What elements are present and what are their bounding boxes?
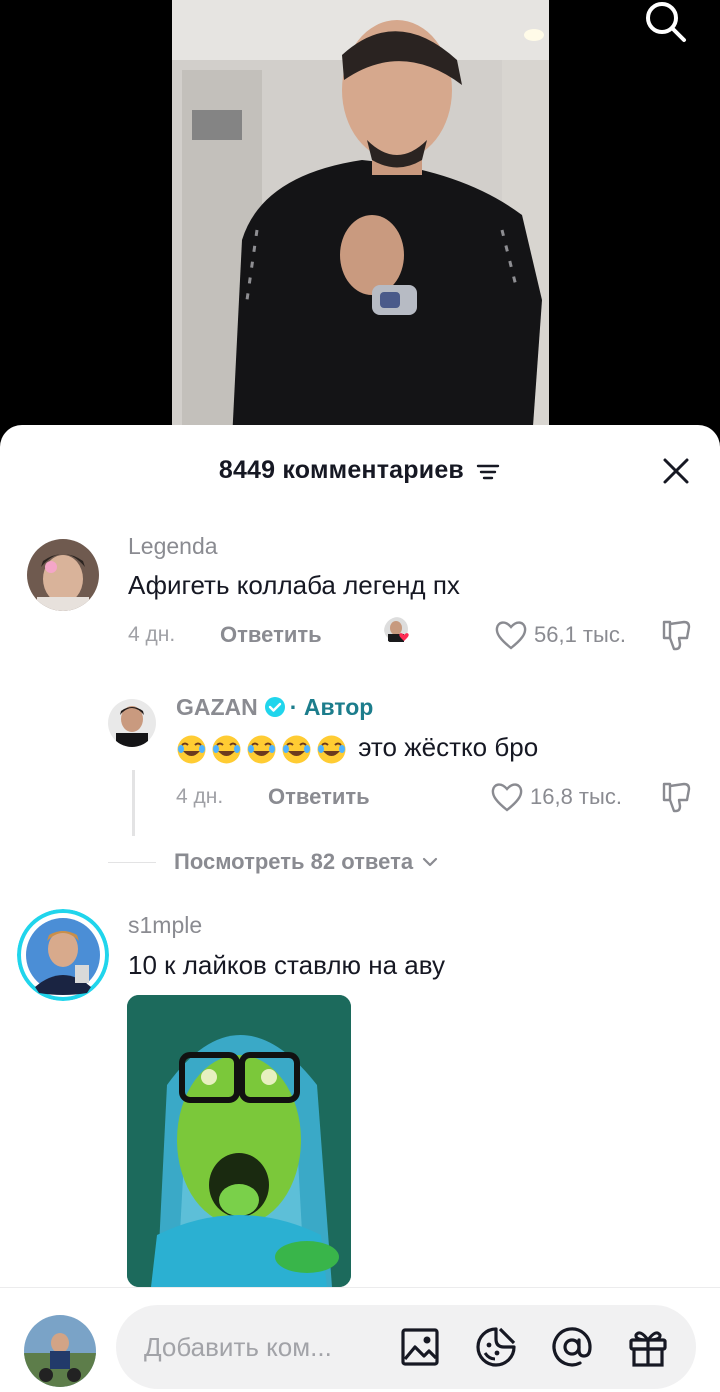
- comment-text: Афигеть коллаба легенд пх: [128, 570, 460, 600]
- avatar[interactable]: [27, 539, 99, 611]
- comment-input-placeholder[interactable]: Добавить ком...: [144, 1332, 332, 1363]
- search-icon[interactable]: [640, 0, 690, 46]
- reply-text-row: это жёстко бро: [176, 732, 538, 765]
- avatar-story-ring[interactable]: [17, 909, 109, 1001]
- comment-count-label: комментариев: [282, 455, 464, 484]
- reply-username[interactable]: GAZAN: [176, 694, 258, 720]
- emoji-icon[interactable]: [474, 1325, 518, 1369]
- comment-input[interactable]: Добавить ком...: [116, 1305, 696, 1389]
- image-icon[interactable]: [398, 1325, 442, 1369]
- verified-icon: [264, 696, 286, 718]
- comment-count: 8449: [218, 455, 276, 484]
- video-player[interactable]: [0, 0, 720, 440]
- dislike-icon[interactable]: [658, 779, 694, 815]
- video-frame[interactable]: [172, 0, 549, 440]
- close-icon[interactable]: [660, 455, 692, 487]
- reply-button[interactable]: Ответить: [268, 784, 370, 810]
- like-button[interactable]: 16,8 тыс.: [490, 781, 622, 813]
- video-person-image: [172, 0, 549, 440]
- laughing-emojis: [176, 732, 358, 764]
- reply-button[interactable]: Ответить: [220, 622, 322, 648]
- reply-time: 4 дн.: [176, 785, 224, 808]
- reply-text: это жёстко бро: [358, 732, 539, 762]
- divider: [108, 861, 156, 863]
- comment-input-bar: Добавить ком...: [0, 1287, 720, 1392]
- chevron-down-icon: [422, 857, 438, 867]
- current-user-avatar[interactable]: [24, 1315, 96, 1387]
- comment-time: 4 дн.: [128, 623, 176, 646]
- thread-line: [132, 770, 135, 836]
- reply-header: GAZAN · Автор: [176, 694, 373, 721]
- sort-icon[interactable]: [475, 460, 501, 480]
- comment-text: 10 к лайков ставлю на аву: [128, 950, 445, 980]
- comment-sticker-image[interactable]: [127, 995, 351, 1287]
- comment-username[interactable]: Legenda: [128, 533, 218, 560]
- comments-title: 8449 комментариев: [0, 455, 720, 485]
- dislike-icon[interactable]: [658, 617, 694, 653]
- author-badge: Автор: [303, 694, 374, 720]
- heart-icon: [491, 783, 523, 812]
- creator-liked-badge: [384, 617, 412, 645]
- avatar[interactable]: [108, 699, 156, 747]
- gift-icon[interactable]: [626, 1325, 670, 1369]
- like-count: 16,8 тыс.: [530, 784, 622, 809]
- like-count: 56,1 тыс.: [534, 622, 626, 647]
- mention-icon[interactable]: [550, 1325, 594, 1369]
- author-separator: ·: [289, 694, 298, 720]
- heart-icon: [495, 621, 527, 650]
- comments-header: 8449 комментариев: [0, 425, 720, 515]
- view-replies-button[interactable]: Посмотреть 82 ответа: [108, 849, 439, 875]
- view-replies-label: Посмотреть 82 ответа: [174, 849, 414, 874]
- comment-username[interactable]: s1mple: [128, 912, 202, 939]
- comments-sheet: 8449 комментариев Legenda Афигеть коллаб…: [0, 425, 720, 1392]
- like-button[interactable]: 56,1 тыс.: [494, 619, 626, 651]
